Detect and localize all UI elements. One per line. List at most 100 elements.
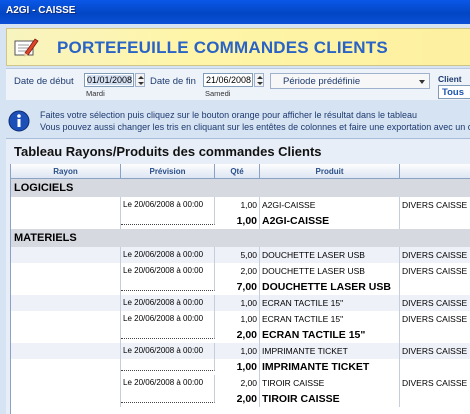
rayon-cell [11, 263, 121, 279]
rayon-cell [11, 295, 121, 311]
table-row[interactable]: Le 20/06/2008 à 00:00 1,00 ECRAN TACTILE 1… [11, 311, 470, 327]
extra-cell: DIVERS CAISSE [402, 298, 468, 308]
prevision-cell: Le 20/06/2008 à 00:00 [121, 343, 215, 359]
qte-cell: 1,00 [215, 359, 260, 375]
table-row[interactable]: Le 20/06/2008 à 00:00 2,00 DOUCHETTE LASER… [11, 263, 470, 279]
filter-bar: Date de début 01/01/2008 Mardi Date de f… [6, 68, 470, 100]
rayon-cell [11, 391, 121, 407]
prevision-cell: Le 20/06/2008 à 00:00 [121, 311, 215, 327]
produit-cell: IMPRIMANTE TICKET [260, 343, 400, 359]
prevision-cell: Le 20/06/2008 à 00:00 [121, 295, 215, 311]
extra-cell: DIVERS CAISSE [402, 266, 468, 276]
table-row[interactable]: Le 20/06/2008 à 00:00 1,00 IMPRIMANTE TICK… [11, 343, 470, 359]
end-date-value: 21/06/2008 [206, 75, 252, 85]
subtotal-row[interactable]: 2,00 ECRAN TACTILE 15" [11, 327, 470, 343]
title-bar: A2GI - CAISSE [0, 0, 470, 24]
group-name: MATERIELS [14, 232, 77, 244]
extra-cell [400, 279, 470, 295]
info-icon [8, 110, 30, 132]
prevision-cell [121, 327, 215, 339]
qte-cell: 1,00 [215, 343, 260, 359]
table-row[interactable]: Le 20/06/2008 à 00:00 2,00 TIROIR CAISSE DI… [11, 375, 470, 391]
column-header-qte[interactable]: Qté [215, 164, 260, 179]
prevision-cell [121, 359, 215, 371]
qte-cell: 2,00 [215, 375, 260, 391]
produit-cell: TIROIR CAISSE [260, 375, 400, 391]
extra-cell: DIVERS CAISSE [402, 250, 468, 260]
extra-cell: DIVERS CAISSE [402, 346, 468, 356]
info-line-2: Vous pouvez aussi changer les tris en cl… [40, 122, 470, 132]
rayon-cell [11, 279, 121, 295]
pencil-paper-icon [14, 38, 39, 57]
table-header: Rayon Prévision Qté Produit [11, 164, 470, 179]
produit-cell: ECRAN TACTILE 15" [260, 295, 400, 311]
table-row[interactable]: Le 20/06/2008 à 00:00 1,00 A2GI-CAISSE DIVE… [11, 197, 470, 213]
subtotal-row[interactable]: 2,00 TIROIR CAISSE [11, 391, 470, 407]
prevision-cell: Le 20/06/2008 à 00:00 [121, 247, 215, 263]
info-panel: Faites votre sélection puis cliquez sur … [6, 106, 470, 136]
produit-cell: A2GI-CAISSE [260, 197, 400, 213]
end-day-name: Samedi [205, 89, 231, 98]
produit-cell: DOUCHETTE LASER USB [260, 247, 400, 263]
subtotal-row[interactable]: 1,00 IMPRIMANTE TICKET [11, 359, 470, 375]
column-header-produit[interactable]: Produit [260, 164, 400, 179]
period-select[interactable]: Période prédéfinie [270, 73, 430, 89]
client-value: Tous [442, 87, 464, 98]
end-date-input[interactable]: 21/06/2008 [203, 73, 253, 87]
page-title: PORTEFEUILLE COMMANDES CLIENTS [57, 38, 388, 57]
start-date-value: 01/01/2008 [87, 75, 133, 85]
produit-cell: IMPRIMANTE TICKET [260, 359, 400, 375]
table-row[interactable]: Le 20/06/2008 à 00:00 1,00 ECRAN TACTILE 1… [11, 295, 470, 311]
table-title: Tableau Rayons/Produits des commandes Cl… [14, 144, 322, 159]
extra-cell: DIVERS CAISSE [402, 314, 468, 324]
group-name: LOGICIELS [14, 182, 74, 194]
results-table[interactable]: Rayon Prévision Qté Produit LOGICIELS Le … [10, 164, 470, 414]
qte-cell: 2,00 [215, 263, 260, 279]
client-label: Client [438, 74, 462, 84]
start-date-input[interactable]: 01/01/2008 [84, 73, 134, 87]
window-title: A2GI - CAISSE [6, 5, 76, 16]
start-day-name: Mardi [86, 89, 105, 98]
start-date-label: Date de début [14, 76, 74, 87]
end-date-spinner[interactable] [254, 73, 264, 87]
start-date-spinner[interactable] [135, 73, 145, 87]
extra-cell [400, 327, 470, 343]
end-date-label: Date de fin [150, 76, 196, 87]
table-row[interactable]: Le 20/06/2008 à 00:00 5,00 DOUCHETTE LASER… [11, 247, 470, 263]
subtotal-row[interactable]: 7,00 DOUCHETTE LASER USB [11, 279, 470, 295]
extra-cell [400, 391, 470, 407]
prevision-cell: Le 20/06/2008 à 00:00 [121, 263, 215, 279]
rayon-cell [11, 213, 121, 229]
qte-cell: 2,00 [215, 391, 260, 407]
prevision-cell [121, 279, 215, 291]
prevision-cell: Le 20/06/2008 à 00:00 [121, 375, 215, 391]
header-banner: PORTEFEUILLE COMMANDES CLIENTS [6, 28, 470, 66]
rayon-cell [11, 375, 121, 391]
extra-cell: DIVERS CAISSE [402, 378, 468, 388]
info-line-1: Faites votre sélection puis cliquez sur … [40, 110, 418, 120]
extra-cell [400, 213, 470, 229]
qte-cell: 7,00 [215, 279, 260, 295]
rayon-cell [11, 327, 121, 343]
rayon-cell [11, 247, 121, 263]
rayon-cell [11, 197, 121, 213]
period-select-value: Période prédéfinie [283, 76, 361, 87]
prevision-cell [121, 391, 215, 403]
qte-cell: 1,00 [215, 311, 260, 327]
group-row[interactable]: LOGICIELS [11, 179, 470, 197]
produit-cell: A2GI-CAISSE [260, 213, 400, 229]
extra-cell [400, 359, 470, 375]
column-header-prevision[interactable]: Prévision [121, 164, 215, 179]
produit-cell: DOUCHETTE LASER USB [260, 263, 400, 279]
prevision-cell [121, 213, 215, 225]
qte-cell: 1,00 [215, 197, 260, 213]
client-select[interactable]: Tous [438, 85, 470, 99]
produit-cell: TIROIR CAISSE [260, 391, 400, 407]
subtotal-row[interactable]: 1,00 A2GI-CAISSE [11, 213, 470, 229]
qte-cell: 1,00 [215, 295, 260, 311]
rayon-cell [11, 359, 121, 375]
group-row[interactable]: MATERIELS [11, 229, 470, 247]
column-header-rayon[interactable]: Rayon [11, 164, 121, 179]
rayon-cell [11, 343, 121, 359]
column-header-extra[interactable] [400, 164, 470, 179]
